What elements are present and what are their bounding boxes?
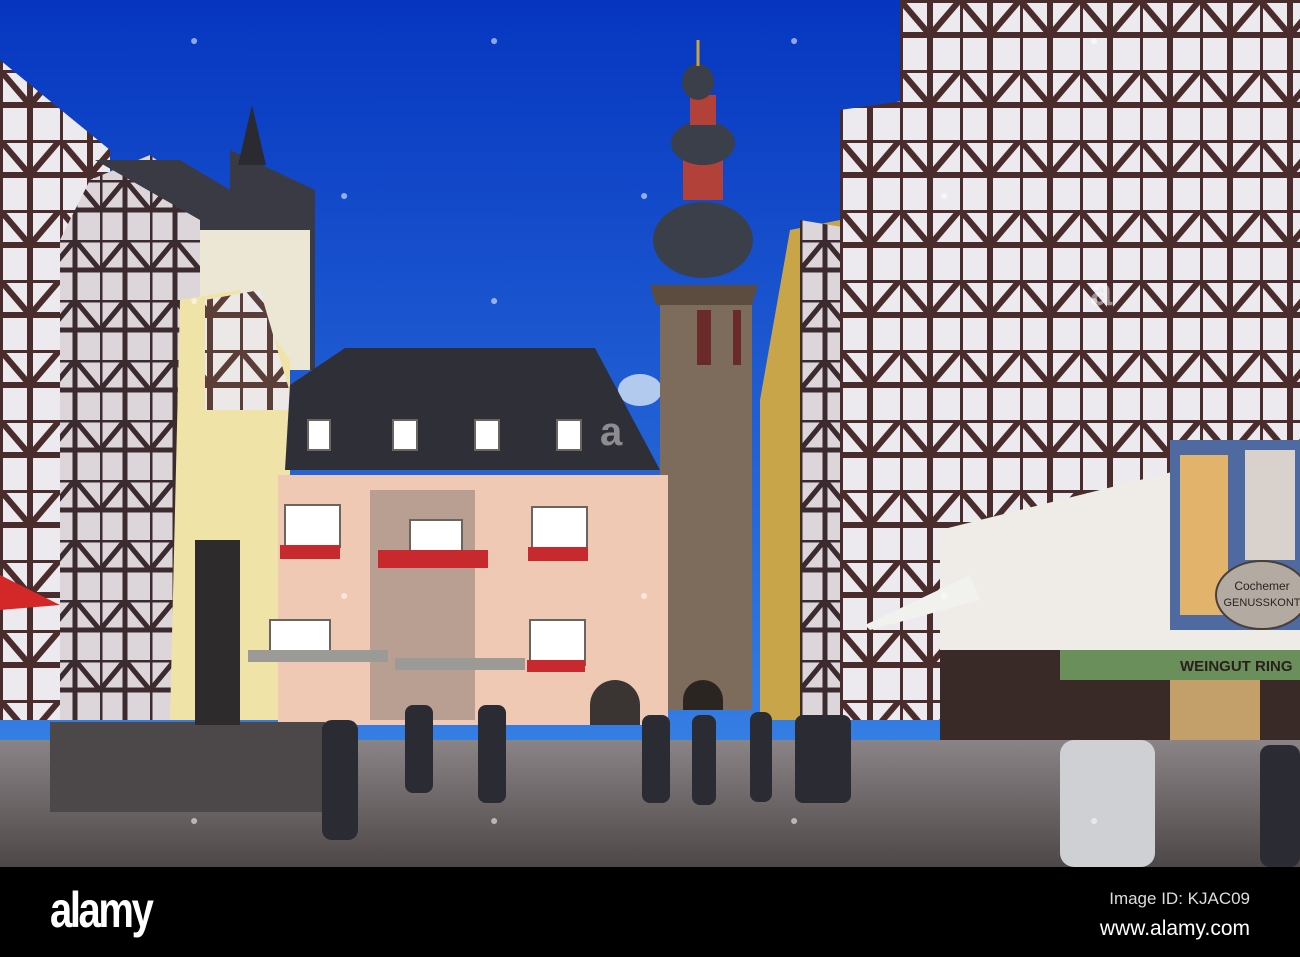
svg-text:●: ● [490,812,498,828]
svg-text:●: ● [190,812,198,828]
svg-text:a: a [600,410,623,454]
svg-text:●: ● [340,587,348,603]
svg-text:●: ● [490,292,498,308]
website-url: www.alamy.com [1099,917,1250,940]
stock-photo: Cochemer GENUSSKONT WEINGUT RING ● ● ● ● ● ●… [0,0,1300,957]
svg-text:●: ● [490,32,498,48]
umbrella [248,650,388,662]
cloud [618,374,662,406]
town-square-photo: Cochemer GENUSSKONT WEINGUT RING ● ● ● ● ● ●… [0,0,1300,867]
svg-text:●: ● [190,32,198,48]
svg-text:●: ● [640,587,648,603]
sign-text: GENUSSKONT [1223,597,1300,609]
svg-text:●: ● [790,32,798,48]
genusskontor-sign [1215,560,1300,630]
watermark-footer: alamy Image ID: KJAC09 www.alamy.com [0,867,1300,957]
svg-text:a: a [1090,270,1113,314]
svg-text:●: ● [340,187,348,203]
svg-text:●: ● [1090,32,1098,48]
image-id: Image ID: KJAC09 [1109,889,1250,908]
sign-text: Cochemer [1234,579,1289,593]
banner-text: WEINGUT RING [1180,658,1293,675]
svg-text:●: ● [790,812,798,828]
svg-text:●: ● [940,187,948,203]
umbrella [395,658,525,670]
fountain-basin [50,722,325,812]
svg-text:●: ● [1090,812,1098,828]
fountain-column [195,540,240,725]
svg-text:●: ● [940,587,948,603]
alamy-logo: alamy [50,882,154,938]
svg-text:●: ● [190,292,198,308]
svg-text:●: ● [640,187,648,203]
